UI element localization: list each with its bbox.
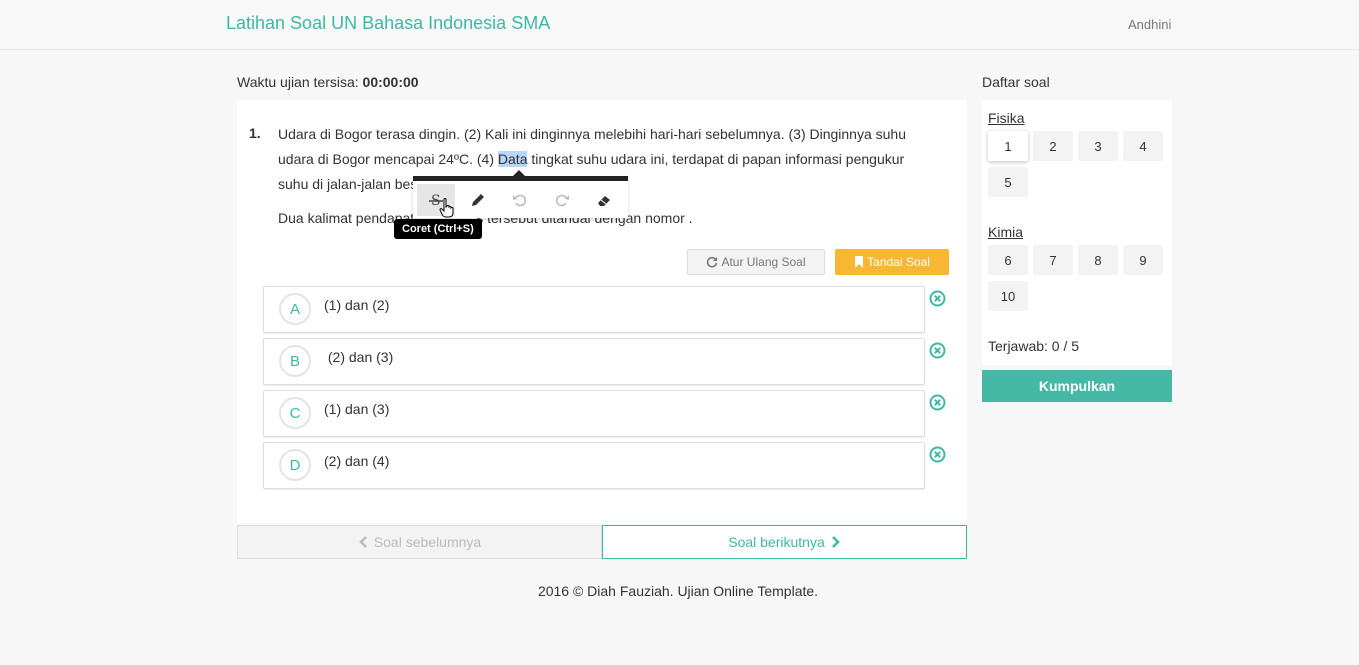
- option-c[interactable]: C (1) dan (3): [263, 390, 925, 437]
- option-text: (1) dan (2): [324, 297, 390, 313]
- option-letter: A: [279, 293, 311, 325]
- question-button-1[interactable]: 1: [988, 131, 1028, 161]
- option-text: (2) dan (3): [324, 349, 394, 365]
- question-button-5[interactable]: 5: [988, 167, 1028, 197]
- chevron-left-icon: [359, 536, 367, 548]
- option-letter: D: [279, 449, 311, 481]
- eliminate-option-d-icon[interactable]: [929, 446, 946, 463]
- question-panel: 1. Udara di Bogor terasa dingin. (2) Kal…: [237, 100, 967, 523]
- option-text: (2) dan (4): [324, 453, 390, 469]
- app-title[interactable]: Latihan Soal UN Bahasa Indonesia SMA: [226, 13, 550, 34]
- question-button-10[interactable]: 10: [988, 281, 1028, 311]
- undo-button[interactable]: [501, 184, 539, 216]
- answered-count: Terjawab: 0 / 5: [988, 338, 1080, 354]
- chevron-right-icon: [831, 536, 840, 548]
- subject-fisika[interactable]: Fisika: [988, 110, 1025, 126]
- option-text: (1) dan (3): [324, 401, 390, 417]
- eliminate-option-b-icon[interactable]: [929, 342, 946, 359]
- user-name[interactable]: Andhini: [1128, 17, 1171, 32]
- question-button-4[interactable]: 4: [1123, 131, 1163, 161]
- option-letter: B: [279, 345, 311, 377]
- eliminate-option-a-icon[interactable]: [929, 290, 946, 307]
- eraser-icon: [598, 195, 610, 206]
- previous-question-label: Soal sebelumnya: [373, 534, 482, 550]
- question-number: 1.: [249, 125, 261, 141]
- reset-question-button[interactable]: Atur Ulang Soal: [687, 249, 825, 275]
- option-b[interactable]: B (2) dan (3): [263, 338, 925, 385]
- redo-icon: [555, 194, 569, 206]
- next-question-button[interactable]: Soal berikutnya: [602, 525, 967, 559]
- option-d[interactable]: D (2) dan (4): [263, 442, 925, 489]
- subject-kimia[interactable]: Kimia: [988, 224, 1023, 240]
- question-button-3[interactable]: 3: [1078, 131, 1118, 161]
- timer-value: 00:00:00: [362, 74, 419, 90]
- option-a[interactable]: A (1) dan (2): [263, 286, 925, 333]
- refresh-icon: [707, 256, 718, 268]
- eraser-button[interactable]: [585, 184, 623, 216]
- navbar: Latihan Soal UN Bahasa Indonesia SMA And…: [0, 0, 1359, 50]
- eliminate-option-c-icon[interactable]: [929, 394, 946, 411]
- question-button-8[interactable]: 8: [1078, 245, 1118, 275]
- footer: 2016 © Diah Fauziah. Ujian Online Templa…: [537, 583, 819, 599]
- selected-text[interactable]: Data: [497, 151, 528, 167]
- toolbar-tooltip: Coret (Ctrl+S): [394, 219, 482, 239]
- undo-icon: [513, 194, 527, 206]
- hand-cursor-icon: [439, 198, 454, 218]
- question-button-7[interactable]: 7: [1033, 245, 1073, 275]
- exam-timer: Waktu ujian tersisa: 00:00:00: [237, 74, 419, 90]
- option-letter: C: [279, 397, 311, 429]
- pencil-button[interactable]: [459, 184, 497, 216]
- redo-button[interactable]: [543, 184, 581, 216]
- question-button-9[interactable]: 9: [1123, 245, 1163, 275]
- timer-label: Waktu ujian tersisa:: [237, 74, 359, 90]
- pencil-icon: [472, 193, 484, 206]
- previous-question-button[interactable]: Soal sebelumnya: [237, 525, 602, 559]
- next-question-label: Soal berikutnya: [728, 534, 825, 550]
- submit-button[interactable]: Kumpulkan: [982, 370, 1172, 402]
- question-list-title: Daftar soal: [982, 74, 1050, 90]
- question-list-panel: Fisika 1 2 3 4 5 Kimia 6 7 8 9 10 Terjaw…: [982, 100, 1172, 365]
- mark-question-label: Tandai Soal: [867, 255, 930, 269]
- reset-question-label: Atur Ulang Soal: [721, 255, 806, 269]
- question-button-6[interactable]: 6: [988, 245, 1028, 275]
- mark-question-button[interactable]: Tandai Soal: [835, 249, 949, 275]
- bookmark-icon: [855, 256, 864, 268]
- question-button-2[interactable]: 2: [1033, 131, 1073, 161]
